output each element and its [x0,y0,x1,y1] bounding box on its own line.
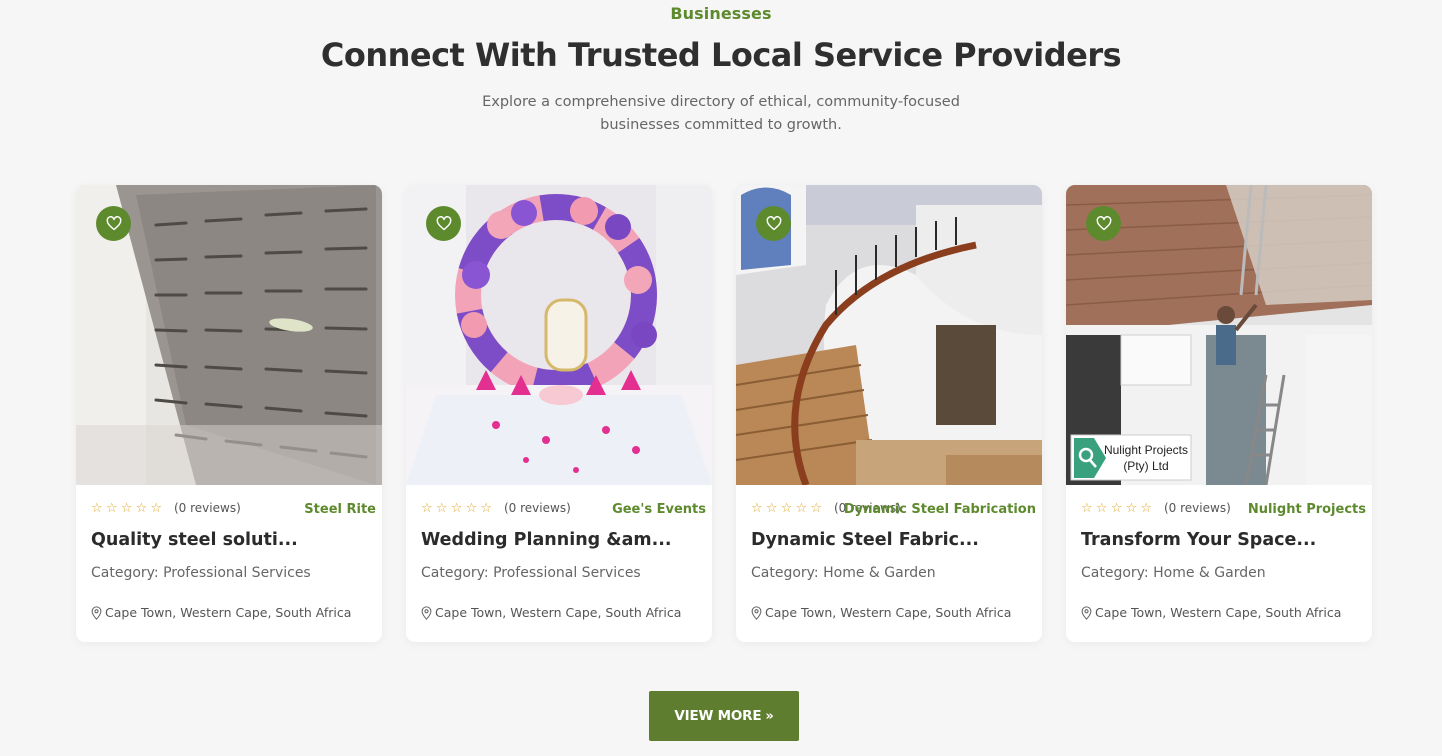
double-chevron-right-icon: » [765,708,774,724]
review-count: (0 reviews) [504,501,571,515]
heart-icon [106,216,121,231]
heart-icon [766,216,781,231]
favorite-button[interactable] [1086,206,1121,241]
heart-icon [436,216,451,231]
listing-location: Cape Town, Western Cape, South Africa [751,605,1011,620]
business-name-link[interactable]: Steel Rite [304,502,376,517]
location-pin-icon [751,605,762,620]
listing-category: Category: Home & Garden [1081,565,1266,581]
location-pin-icon [91,605,102,620]
section-eyebrow: Businesses [670,4,772,23]
section-subtitle: Explore a comprehensive directory of eth… [482,94,960,133]
location-pin-icon [1081,605,1092,620]
listing-location: Cape Town, Western Cape, South Africa [91,605,351,620]
location-text: Cape Town, Western Cape, South Africa [1095,605,1342,620]
wine-rack-image[interactable] [76,185,382,485]
business-card[interactable]: ☆☆☆☆☆ (0 reviews) Steel Rite Quality ste… [76,185,382,642]
business-name-link[interactable]: Dynamic Steel Fabrication [844,502,1036,517]
ceiling-painting-image[interactable]: Nulight Projects (Pty) Ltd [1066,185,1372,485]
listing-title[interactable]: Wedding Planning &am... [421,530,672,550]
section-title: Connect With Trusted Local Service Provi… [320,36,1122,74]
listing-title[interactable]: Dynamic Steel Fabric... [751,530,979,550]
rating-stars: ☆☆☆☆☆ [91,501,166,516]
image-logo-line1: Nulight Projects [1104,443,1188,457]
review-count: (0 reviews) [174,501,241,515]
rating-stars: ☆☆☆☆☆ [751,501,826,516]
listing-location: Cape Town, Western Cape, South Africa [421,605,681,620]
listing-title[interactable]: Quality steel soluti... [91,530,298,550]
business-name-link[interactable]: Nulight Projects [1248,502,1366,517]
business-card[interactable]: Nulight Projects (Pty) Ltd ☆☆☆☆☆ (0 revi… [1066,185,1372,642]
business-name-link[interactable]: Gee's Events [612,502,706,517]
favorite-button[interactable] [756,206,791,241]
review-count: (0 reviews) [1164,501,1231,515]
rating-stars: ☆☆☆☆☆ [1081,501,1156,516]
favorite-button[interactable] [426,206,461,241]
staircase-image[interactable] [736,185,1042,485]
location-pin-icon [421,605,432,620]
favorite-button[interactable] [96,206,131,241]
heart-icon [1096,216,1111,231]
listing-category: Category: Professional Services [421,565,641,581]
listing-category: Category: Professional Services [91,565,311,581]
listing-category: Category: Home & Garden [751,565,936,581]
location-text: Cape Town, Western Cape, South Africa [105,605,352,620]
image-logo-line2: (Pty) Ltd [1123,459,1168,473]
view-more-label: VIEW MORE [674,708,762,724]
business-card[interactable]: ☆☆☆☆☆ (0 reviews) Dynamic Steel Fabricat… [736,185,1042,642]
business-card[interactable]: ☆☆☆☆☆ (0 reviews) Gee's Events Wedding P… [406,185,712,642]
listing-location: Cape Town, Western Cape, South Africa [1081,605,1341,620]
view-more-button[interactable]: VIEW MORE » [649,691,799,741]
rating-stars: ☆☆☆☆☆ [421,501,496,516]
location-text: Cape Town, Western Cape, South Africa [765,605,1012,620]
listing-title[interactable]: Transform Your Space... [1081,530,1316,550]
balloon-arch-image[interactable] [406,185,712,485]
location-text: Cape Town, Western Cape, South Africa [435,605,682,620]
